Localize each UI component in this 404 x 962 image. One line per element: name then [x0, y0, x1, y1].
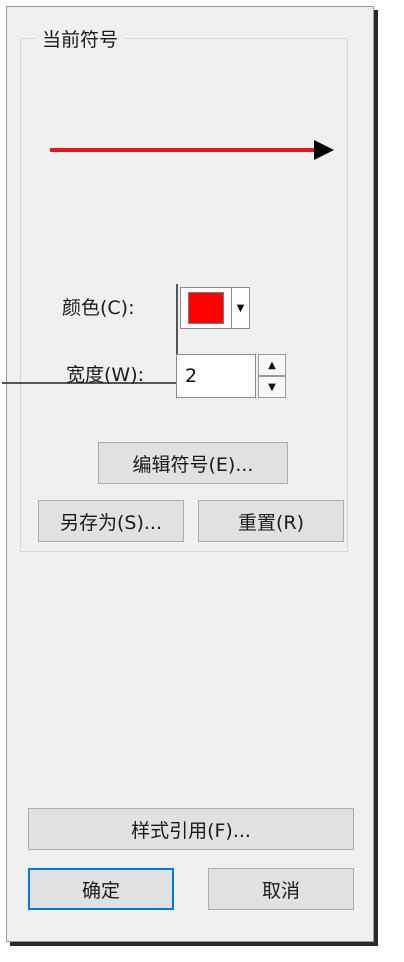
- color-swatch: [188, 292, 224, 324]
- ok-button[interactable]: 确定: [28, 868, 174, 910]
- spin-up-icon[interactable]: ▲: [258, 354, 286, 376]
- preview-arrowhead: [314, 140, 334, 160]
- width-spinner[interactable]: ▲ ▼: [258, 354, 286, 398]
- color-label: 颜色(C):: [62, 297, 135, 319]
- width-input[interactable]: 2: [176, 354, 256, 398]
- current-symbol-title: 当前符号: [36, 28, 125, 52]
- symbol-preview: [50, 140, 334, 160]
- save-as-button[interactable]: 另存为(S)...: [38, 500, 184, 542]
- reset-button[interactable]: 重置(R): [198, 500, 344, 542]
- color-frame[interactable]: [180, 287, 232, 329]
- chevron-down-icon[interactable]: ▼: [232, 287, 250, 329]
- spin-down-icon[interactable]: ▼: [258, 376, 286, 398]
- style-reference-button[interactable]: 样式引用(F)...: [28, 808, 354, 850]
- cancel-button[interactable]: 取消: [208, 868, 354, 910]
- width-label: 宽度(W):: [66, 364, 145, 386]
- color-picker[interactable]: ▼: [180, 286, 260, 330]
- edit-symbol-button[interactable]: 编辑符号(E)...: [98, 442, 288, 484]
